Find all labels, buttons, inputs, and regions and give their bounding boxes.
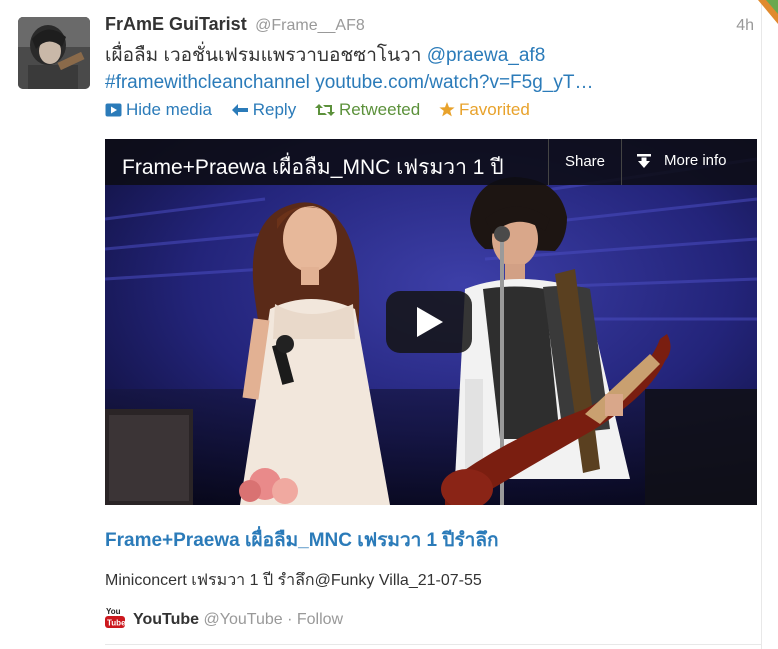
reply-button[interactable]: Reply	[231, 100, 296, 120]
star-icon	[439, 101, 455, 116]
video-more-info-label: More info	[664, 152, 727, 169]
attribution-follow-button[interactable]: Follow	[297, 611, 343, 628]
play-icon	[417, 307, 443, 337]
tweet-timestamp[interactable]: 4h	[736, 17, 754, 35]
favorited-label: Favorited	[458, 99, 530, 119]
promoted-corner-icon	[758, 0, 778, 24]
tweet-text-plain: เผื่อลืม เวอชั่นเฟรมแพรวาบอชซาโนวา	[105, 45, 427, 66]
card-description: Miniconcert เฟรมวา 1 ปี รำลึก@Funky Vill…	[105, 572, 482, 589]
divider-bottom	[105, 644, 761, 645]
youtube-url-link[interactable]: youtube.com/watch?v=F5g_yT…	[315, 72, 593, 93]
video-play-button[interactable]	[386, 291, 472, 353]
mention-link[interactable]: @praewa_af8	[427, 45, 546, 66]
tweet-header: FrAmE GuiTarist @Frame__AF8	[105, 14, 365, 35]
hide-media-label: Hide media	[126, 99, 212, 119]
retweeted-label: Retweeted	[338, 99, 421, 119]
attribution-site-name[interactable]: YouTube	[133, 611, 199, 628]
user-fullname[interactable]: FrAmE GuiTarist	[105, 14, 247, 34]
favorite-button[interactable]: Favorited	[439, 100, 530, 120]
avatar[interactable]	[18, 17, 90, 89]
retweet-button[interactable]: Retweeted	[314, 99, 421, 120]
avatar-image	[18, 17, 90, 89]
divider-right	[761, 0, 762, 649]
tweet: FrAmE GuiTarist @Frame__AF8 4h เผื่อลืม …	[0, 0, 778, 649]
tweet-actions: Hide media Reply Retweeted Favorited	[105, 99, 544, 120]
video-more-info-button[interactable]: More info	[621, 139, 757, 185]
retweet-icon	[314, 103, 335, 116]
svg-text:You: You	[106, 607, 121, 616]
card-attribution: You Tube YouTube @YouTube · Follow	[105, 606, 343, 629]
video-player[interactable]: Frame+Praewa เผื่อลืม_MNC เฟรมวา 1 ปี Sh…	[105, 139, 757, 505]
tweet-text: เผื่อลืม เวอชั่นเฟรมแพรวาบอชซาโนวา @prae…	[105, 42, 665, 96]
reply-arrow-icon	[231, 103, 248, 116]
video-title-bar: Frame+Praewa เผื่อลืม_MNC เฟรมวา 1 ปี Sh…	[105, 139, 757, 185]
video-title[interactable]: Frame+Praewa เผื่อลืม_MNC เฟรมวา 1 ปี	[122, 151, 547, 184]
card-title-link[interactable]: Frame+Praewa เผื่อลืม_MNC เฟรมวา 1 ปีรำล…	[105, 525, 499, 555]
reply-label: Reply	[252, 99, 297, 119]
hide-media-button[interactable]: Hide media	[105, 100, 212, 120]
attribution-handle[interactable]: @YouTube	[204, 611, 283, 628]
user-screen-name[interactable]: @Frame__AF8	[255, 17, 365, 34]
video-share-button[interactable]: Share	[548, 139, 621, 185]
download-arrow-icon	[637, 154, 651, 168]
attribution-separator: ·	[287, 611, 293, 628]
youtube-logo-icon[interactable]: You Tube	[105, 606, 125, 628]
svg-text:Tube: Tube	[107, 619, 125, 628]
media-icon	[105, 103, 122, 117]
hashtag-link[interactable]: #framewithcleanchannel	[105, 72, 310, 93]
